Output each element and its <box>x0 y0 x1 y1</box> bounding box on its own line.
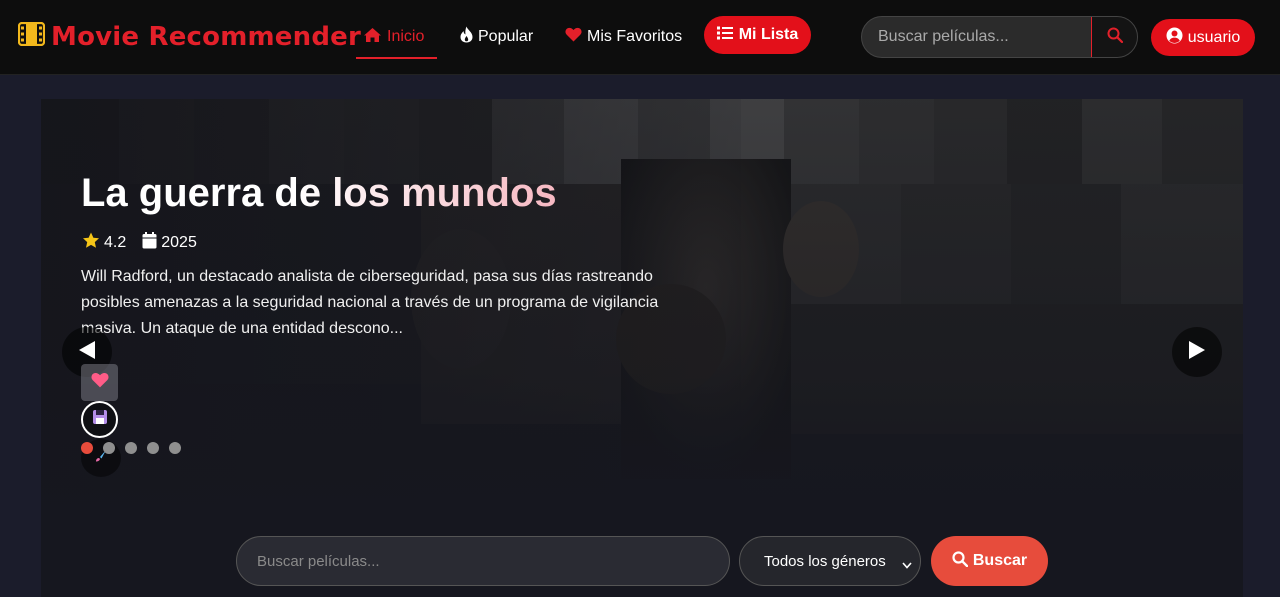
navbar-search-input[interactable] <box>862 17 1091 57</box>
chevron-left-icon <box>77 339 97 366</box>
hero-meta: 4.2 2025 <box>82 232 213 254</box>
user-label: usuario <box>1187 28 1241 46</box>
nav-popular[interactable]: Popular <box>460 22 533 52</box>
user-menu-button[interactable]: usuario <box>1151 19 1255 56</box>
carousel-dot[interactable] <box>147 442 159 454</box>
hero-year-value: 2025 <box>161 234 197 251</box>
carousel-dot[interactable] <box>103 442 115 454</box>
floppy-disk-icon <box>92 409 108 430</box>
hero-rating: 4.2 <box>82 232 126 254</box>
hero-description: Will Radford, un destacado analista de c… <box>81 268 659 337</box>
hero-year: 2025 <box>142 232 197 254</box>
hero-title: La guerra de los mundos <box>81 171 557 221</box>
search-icon <box>952 550 973 572</box>
carousel-next-button[interactable] <box>1172 327 1222 377</box>
carousel-dot[interactable] <box>169 442 181 454</box>
nav-favoritos-label: Mis Favoritos <box>587 28 683 45</box>
fire-icon <box>460 26 478 48</box>
search-button[interactable]: Buscar <box>931 536 1048 586</box>
star-icon <box>82 232 104 254</box>
search-button-label: Buscar <box>972 552 1028 569</box>
movie-search-input[interactable] <box>237 537 729 585</box>
heart-icon <box>90 372 109 393</box>
carousel-dot[interactable] <box>81 442 93 454</box>
list-icon <box>716 26 739 45</box>
genre-select[interactable]: Todos los géneros <box>739 536 921 586</box>
calendar-icon <box>142 232 161 254</box>
film-icon <box>17 21 51 53</box>
nav-inicio-label: Inicio <box>387 28 425 45</box>
search-icon <box>1107 27 1124 48</box>
nav-popular-label: Popular <box>478 28 534 45</box>
hero-carousel: La guerra de los mundos 4.2 2025 Will Ra… <box>41 99 1243 597</box>
carousel-dot[interactable] <box>125 442 137 454</box>
movie-search-field <box>236 536 730 586</box>
carousel-indicators <box>81 441 191 455</box>
nav-favoritos[interactable]: Mis Favoritos <box>565 22 682 52</box>
chevron-down-icon <box>902 556 912 573</box>
home-icon <box>363 27 387 48</box>
navbar-search-button[interactable] <box>1091 17 1137 57</box>
user-circle-icon <box>1166 27 1188 49</box>
navbar-search <box>861 16 1138 58</box>
active-nav-indicator <box>356 57 437 59</box>
add-to-list-button[interactable] <box>81 401 118 438</box>
genre-select-value: Todos los géneros <box>764 552 886 570</box>
my-list-button[interactable]: Mi Lista <box>704 16 811 54</box>
brand-name: Movie Recommender <box>51 22 362 52</box>
chevron-right-icon <box>1187 339 1207 366</box>
nav-inicio[interactable]: Inicio <box>363 22 424 52</box>
add-favorite-button[interactable] <box>81 364 118 401</box>
navbar: Movie Recommender Inicio Popular Mis Fav… <box>0 0 1280 75</box>
heart-icon <box>565 27 587 47</box>
hero-rating-value: 4.2 <box>104 234 127 251</box>
my-list-label: Mi Lista <box>738 26 799 43</box>
brand-logo[interactable]: Movie Recommender <box>17 21 362 53</box>
